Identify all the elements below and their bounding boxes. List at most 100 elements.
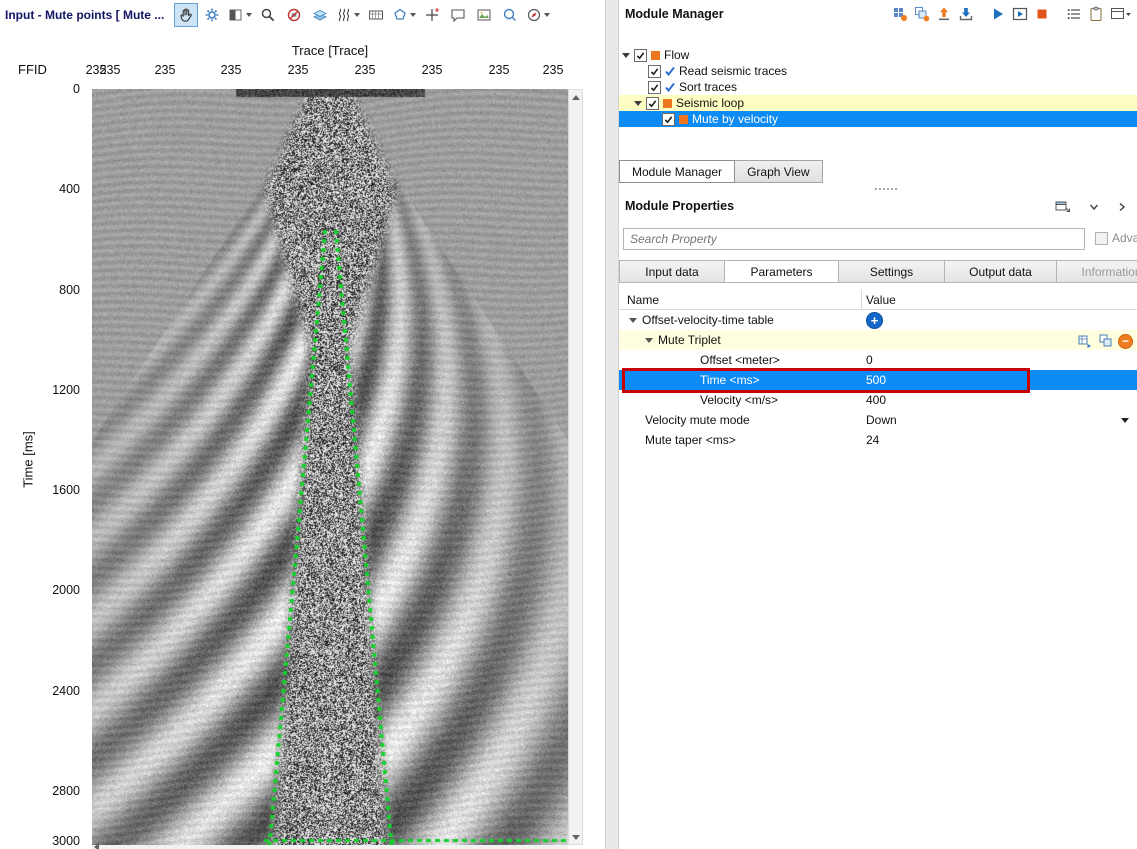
property-value[interactable]: 24 [866,433,879,447]
wiggle-display-icon[interactable] [334,3,362,27]
display-mode-icon[interactable] [226,3,254,27]
expander-icon[interactable] [634,100,642,106]
x-tick: 235 [421,63,443,77]
y-axis-title: Time [ms] [20,431,36,488]
property-row-time[interactable]: Time <ms> 500 [619,370,1137,390]
seismic-image[interactable] [92,89,568,845]
expander-icon[interactable] [622,52,630,58]
navigation-compass-icon[interactable] [524,3,552,27]
checkbox[interactable] [1095,231,1108,245]
tree-item-sort-traces[interactable]: Sort traces [619,79,1137,95]
tree-item-seismic-loop[interactable]: Seismic loop [619,95,1137,111]
tab-label: Settings [869,264,914,279]
property-row-mute-taper[interactable]: Mute taper <ms> 24 [619,430,1137,450]
column-header-value[interactable]: Value [862,290,1137,309]
module-manager-tabbar: Module Manager Graph View [619,160,823,183]
checkbox[interactable] [648,64,661,78]
checkbox[interactable] [634,48,647,62]
upload-flow-icon[interactable] [935,5,953,23]
crosshair-pick-icon[interactable] [420,3,444,27]
tree-item-read-seismic-traces[interactable]: Read seismic traces [619,63,1137,79]
stop-icon[interactable] [1033,5,1051,23]
run-flow-icon[interactable] [1011,5,1029,23]
tab-information[interactable]: Information [1057,260,1137,283]
viewer-title: Input - Mute points [ Mute ... [5,8,165,22]
tab-settings[interactable]: Settings [839,260,945,283]
chevron-right-icon[interactable] [1113,198,1131,216]
completed-check-icon [665,82,675,92]
tab-parameters[interactable]: Parameters [725,260,839,283]
copy-module-icon[interactable] [913,5,931,23]
remove-triplet-button[interactable]: − [1118,333,1133,349]
splitter-grip[interactable] [875,188,897,190]
expander-icon[interactable] [645,337,653,343]
zoom-icon[interactable] [256,3,280,27]
insert-triplet-icon[interactable] [1076,332,1094,350]
property-value[interactable]: 0 [866,353,873,367]
property-value[interactable]: 400 [866,393,886,407]
property-row-velocity[interactable]: Velocity <m/s> 400 [619,390,1137,410]
property-row-offset-velocity-time-table[interactable]: Offset-velocity-time table + [619,310,1137,330]
viewer-toolbar-icons [174,3,552,27]
scroll-down-icon[interactable] [569,830,582,844]
zoom-search-icon[interactable] [498,3,522,27]
header-table-icon[interactable] [364,3,388,27]
search-property-input[interactable] [623,228,1085,250]
x-tick: 235 [488,63,510,77]
seismic-viewer-panel: Input - Mute points [ Mute ... Trace [Tr… [0,0,605,849]
scroll-up-icon[interactable] [569,90,582,104]
property-row-velocity-mute-mode[interactable]: Velocity mute mode Down [619,410,1137,430]
scroll-left-icon[interactable] [94,843,99,849]
checkbox[interactable] [648,80,661,94]
y-tick: 2800 [52,784,80,798]
property-row-mute-triplet[interactable]: Mute Triplet − [619,330,1137,350]
insert-flow-icon[interactable] [957,5,975,23]
window-layout-icon[interactable] [1109,5,1133,23]
tree-item-label: Seismic loop [676,96,745,110]
dropdown-caret-icon[interactable] [1121,418,1129,423]
horizontal-scrollbar[interactable] [92,843,568,849]
expander-icon[interactable] [629,317,637,323]
duplicate-triplet-icon[interactable] [1097,332,1115,350]
property-value[interactable]: Down [866,413,897,427]
tree-item-mute-by-velocity[interactable]: Mute by velocity [619,111,1137,127]
advanced-toggle[interactable]: Advanced [1095,231,1137,245]
property-row-offset[interactable]: Offset <meter> 0 [619,350,1137,370]
pan-hand-icon[interactable] [174,3,199,27]
settings-gear-icon[interactable] [200,3,224,27]
add-entry-button[interactable]: + [866,311,883,329]
tab-label: Output data [969,264,1032,279]
clipboard-icon[interactable] [1087,5,1105,23]
vertical-scrollbar[interactable] [568,89,583,845]
tree-item-flow[interactable]: Flow [619,47,1137,63]
save-view-icon[interactable] [1051,198,1075,216]
panel-splitter[interactable] [605,0,619,849]
export-image-icon[interactable] [472,3,496,27]
column-header-name[interactable]: Name [619,290,862,309]
y-tick: 1600 [52,483,80,497]
y-tick: 2400 [52,684,80,698]
module-square-icon [663,98,672,108]
tab-input-data[interactable]: Input data [619,260,725,283]
module-manager-header: Module Manager [619,0,1137,28]
chevron-down-icon[interactable] [1085,198,1103,216]
checkbox[interactable] [646,96,659,110]
tab-module-manager[interactable]: Module Manager [619,160,736,183]
layers-icon[interactable] [308,3,332,27]
module-panel: Module Manager Flow Read seismic traces … [619,0,1137,849]
new-module-icon[interactable] [891,5,909,23]
checkbox[interactable] [662,112,675,126]
run-icon[interactable] [989,5,1007,23]
property-value[interactable]: 500 [866,373,886,387]
tab-label: Module Manager [632,164,723,179]
mute-picks-icon[interactable] [282,3,306,27]
tab-graph-view[interactable]: Graph View [735,160,823,183]
x-tick: 235 [542,63,564,77]
tab-output-data[interactable]: Output data [945,260,1057,283]
tab-label: Graph View [747,164,810,179]
log-list-icon[interactable] [1065,5,1083,23]
module-manager-title: Module Manager [625,7,724,21]
comment-icon[interactable] [446,3,470,27]
x-tick: 235 [99,63,121,77]
polygon-select-icon[interactable] [390,3,418,27]
